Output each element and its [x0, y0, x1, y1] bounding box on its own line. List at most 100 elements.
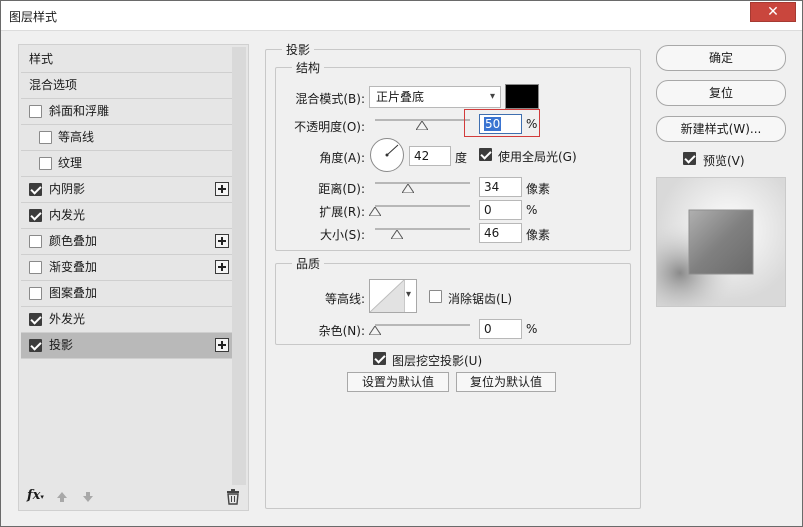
noise-slider-thumb[interactable] [369, 326, 381, 335]
contour-checkbox[interactable] [39, 131, 52, 144]
reset-default-button[interactable]: 复位为默认值 [456, 372, 556, 392]
style-item-color-overlay[interactable]: 颜色叠加 [21, 229, 233, 255]
angle-label: 角度(A): [319, 151, 365, 165]
styles-list: 样式 混合选项 斜面和浮雕 等高线 纹理 内阴影 内发光 颜色叠加 渐变叠加 图… [21, 47, 233, 359]
drop-shadow-checkbox[interactable] [29, 339, 42, 352]
styles-header[interactable]: 样式 [21, 47, 233, 73]
add-gradient-overlay-button[interactable] [215, 260, 229, 274]
add-inner-shadow-button[interactable] [215, 182, 229, 196]
style-item-label: 外发光 [49, 312, 86, 326]
anti-alias-label: 消除锯齿(L) [448, 292, 513, 306]
style-item-label: 渐变叠加 [49, 260, 98, 274]
size-unit: 像素 [526, 228, 551, 242]
preview-label: 预览(V) [703, 154, 745, 168]
style-item-label: 等高线 [58, 130, 95, 144]
ok-button[interactable]: 确定 [656, 45, 786, 71]
chevron-down-icon: ▾ [489, 91, 495, 102]
noise-label: 杂色(N): [318, 324, 365, 338]
style-item-label: 斜面和浮雕 [49, 104, 110, 118]
knockout-checkbox[interactable] [373, 352, 386, 365]
reset-button[interactable]: 复位 [656, 80, 786, 106]
style-item-inner-shadow[interactable]: 内阴影 [21, 177, 233, 203]
style-item-label: 颜色叠加 [49, 234, 98, 248]
add-drop-shadow-button[interactable] [215, 338, 229, 352]
gradient-overlay-checkbox[interactable] [29, 261, 42, 274]
distance-slider[interactable] [375, 182, 470, 184]
style-item-inner-glow[interactable]: 内发光 [21, 203, 233, 229]
opacity-label: 不透明度(O): [294, 120, 365, 134]
angle-dial[interactable] [370, 138, 404, 172]
delete-icon[interactable] [226, 489, 240, 505]
layer-style-dialog: 图层样式 ✕ 样式 混合选项 斜面和浮雕 等高线 纹理 内阴影 内发光 颜色叠加… [0, 0, 803, 527]
pattern-overlay-checkbox[interactable] [29, 287, 42, 300]
outer-glow-checkbox[interactable] [29, 313, 42, 326]
spread-unit: % [526, 203, 538, 217]
blend-options-label: 混合选项 [29, 78, 78, 92]
styles-toolbar: fx▾ [19, 484, 248, 510]
size-input[interactable]: 46 [479, 223, 522, 243]
spread-slider-thumb[interactable] [369, 207, 381, 216]
noise-slider[interactable] [375, 324, 470, 326]
structure-title: 结构 [292, 59, 325, 76]
opacity-input[interactable]: 50 [479, 114, 522, 134]
style-item-label: 投影 [49, 338, 74, 352]
section-title: 投影 [282, 41, 315, 58]
style-item-gradient-overlay[interactable]: 渐变叠加 [21, 255, 233, 281]
blend-mode-select[interactable]: 正片叠底 ▾ [369, 86, 501, 108]
distance-slider-thumb[interactable] [402, 184, 414, 193]
style-item-pattern-overlay[interactable]: 图案叠加 [21, 281, 233, 307]
texture-checkbox[interactable] [39, 157, 52, 170]
inner-glow-checkbox[interactable] [29, 209, 42, 222]
style-item-drop-shadow[interactable]: 投影 [21, 333, 233, 359]
style-item-bevel-emboss[interactable]: 斜面和浮雕 [21, 99, 233, 125]
knockout-label: 图层挖空投影(U) [392, 354, 483, 368]
angle-unit: 度 [455, 151, 468, 165]
set-default-button[interactable]: 设置为默认值 [347, 372, 449, 392]
noise-unit: % [526, 322, 538, 336]
opacity-unit: % [526, 117, 538, 131]
spread-slider[interactable] [375, 205, 470, 207]
size-slider-thumb[interactable] [391, 230, 403, 239]
noise-input[interactable]: 0 [479, 319, 522, 339]
title-bar: 图层样式 ✕ [1, 1, 802, 31]
style-item-contour[interactable]: 等高线 [21, 125, 233, 151]
move-up-icon[interactable] [56, 491, 68, 503]
blend-options-item[interactable]: 混合选项 [21, 73, 233, 99]
style-item-label: 内发光 [49, 208, 86, 222]
style-item-label: 内阴影 [49, 182, 86, 196]
inner-shadow-checkbox[interactable] [29, 183, 42, 196]
distance-input[interactable]: 34 [479, 177, 522, 197]
size-slider[interactable] [375, 228, 470, 230]
add-color-overlay-button[interactable] [215, 234, 229, 248]
new-style-button[interactable]: 新建样式(W)... [656, 116, 786, 142]
angle-input[interactable]: 42 [409, 146, 451, 166]
blend-mode-value: 正片叠底 [376, 90, 425, 104]
global-light-checkbox[interactable] [479, 148, 492, 161]
global-light-label: 使用全局光(G) [498, 150, 577, 164]
chevron-down-icon: ▾ [406, 289, 412, 300]
styles-header-label: 样式 [29, 52, 54, 66]
fx-menu-icon[interactable]: fx▾ [27, 488, 44, 503]
close-button[interactable]: ✕ [750, 2, 796, 22]
distance-unit: 像素 [526, 182, 551, 196]
style-preview [656, 177, 786, 307]
distance-label: 距离(D): [318, 182, 365, 196]
preview-checkbox[interactable] [683, 152, 696, 165]
style-item-outer-glow[interactable]: 外发光 [21, 307, 233, 333]
size-label: 大小(S): [319, 228, 365, 242]
spread-label: 扩展(R): [319, 205, 365, 219]
contour-picker[interactable]: ▾ [369, 279, 417, 313]
color-overlay-checkbox[interactable] [29, 235, 42, 248]
bevel-emboss-checkbox[interactable] [29, 105, 42, 118]
spread-input[interactable]: 0 [479, 200, 522, 220]
move-down-icon[interactable] [82, 491, 94, 503]
shadow-color-swatch[interactable] [505, 84, 539, 109]
opacity-slider-thumb[interactable] [416, 121, 428, 130]
window-title: 图层样式 [9, 10, 58, 24]
blend-mode-label: 混合模式(B): [295, 92, 365, 106]
styles-scrollbar[interactable] [232, 47, 246, 485]
anti-alias-checkbox[interactable] [429, 290, 442, 303]
style-item-texture[interactable]: 纹理 [21, 151, 233, 177]
quality-title: 品质 [292, 255, 325, 272]
style-item-label: 纹理 [58, 156, 83, 170]
